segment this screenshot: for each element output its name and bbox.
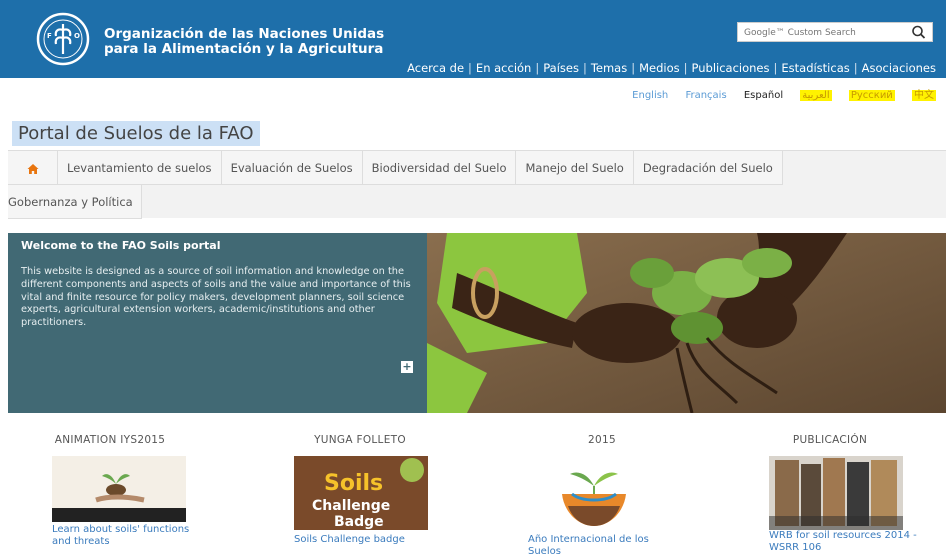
feature-heading: ANIMATION IYS2015 [54,434,166,446]
menu-item-degradacion[interactable]: Degradación del Suelo [633,151,783,185]
site-header: F O Organización de las Naciones Unidas … [0,0,946,78]
menu-item-evaluacion[interactable]: Evaluación de Suelos [221,151,363,185]
lang-english[interactable]: English [632,90,668,101]
main-menu: Levantamiento de suelos Evaluación de Su… [8,150,946,219]
home-icon [27,163,38,174]
search-icon[interactable] [910,24,928,41]
hero-description: This website is designed as a source of … [21,266,411,329]
menu-item-manejo[interactable]: Manejo del Suelo [516,151,634,185]
nav-link-medios[interactable]: Medios [639,61,680,75]
fao-logo[interactable]: F O [36,12,90,66]
badge-text-badge: Badge [334,514,384,530]
feature-caption[interactable]: Soils Challenge badge [294,534,434,546]
feature-thumbnail-video[interactable] [52,456,186,522]
nav-link-asociaciones[interactable]: Asociaciones [862,61,936,75]
hero-banner: Welcome to the FAO Soils portal This web… [8,233,946,413]
nav-separator: | [535,61,540,75]
nav-separator: | [468,61,472,75]
feature-heading: YUNGA FOLLETO [314,434,406,446]
feature-caption[interactable]: Año Internacional de los Suelos [528,534,668,556]
nav-separator: | [582,61,587,75]
menu-item-home[interactable] [8,151,58,185]
svg-text:O: O [74,32,80,40]
lang-arabic[interactable]: العربية [800,90,832,101]
feature-yunga[interactable]: YUNGA FOLLETO Soils Challenge Badge Soil… [260,434,460,556]
lang-espanol: Español [743,90,784,101]
feature-heading: PUBLICACIÓN [792,434,868,446]
feature-2015[interactable]: 2015 Año Internacional de los Suelos [502,434,702,556]
feature-thumbnail-publication[interactable] [769,456,903,530]
nav-link-publicaciones[interactable]: Publicaciones [692,61,770,75]
badge-artwork: Soils Challenge Badge [294,456,428,530]
organization-name[interactable]: Organización de las Naciones Unidas para… [104,27,384,57]
feature-caption[interactable]: WRB for soil resources 2014 - WSRR 106 [769,530,919,554]
badge-text-challenge: Challenge [312,498,390,514]
lang-chinese[interactable]: 中文 [912,90,936,101]
menu-item-biodiversidad[interactable]: Biodiversidad del Suelo [362,151,517,185]
lang-francais[interactable]: Français [685,90,726,101]
feature-animation[interactable]: ANIMATION IYS2015 Learn about soils' fun… [10,434,210,556]
search-input[interactable] [744,25,894,40]
search-box [737,22,933,42]
nav-link-paises[interactable]: Países [543,61,579,75]
nav-link-acerca[interactable]: Acerca de [407,61,464,75]
hero-image [427,233,946,413]
menu-row: Gobernanza y Política [8,185,142,219]
lang-russian[interactable]: Русский [848,90,895,101]
feature-caption[interactable]: Learn about soils' functions and threats [52,524,192,548]
badge-text-soils: Soils [324,471,383,496]
nav-separator: | [631,61,636,75]
org-name-line2: para la Alimentación y la Agricultura [104,41,384,57]
org-name-line1: Organización de las Naciones Unidas [104,26,385,42]
top-navigation: Acerca de | En acción | Países | Temas | Medios |… [407,61,936,75]
plus-icon[interactable]: + [401,361,413,373]
nav-separator: | [683,61,688,75]
menu-item-levantamiento[interactable]: Levantamiento de suelos [58,151,222,185]
nav-link-en-accion[interactable]: En acción [476,61,531,75]
page-title: Portal de Suelos de la FAO [12,121,260,146]
feature-heading: 2015 [588,434,616,446]
nav-separator: | [773,61,778,75]
menu-row: Levantamiento de suelos Evaluación de Su… [8,151,783,185]
nav-separator: | [853,61,858,75]
nav-link-estadisticas[interactable]: Estadísticas [781,61,849,75]
feature-thumbnail-badge[interactable]: Soils Challenge Badge [294,456,428,530]
hero-title: Welcome to the FAO Soils portal [21,239,221,252]
iys-logo[interactable] [558,456,630,530]
hero-text-panel: Welcome to the FAO Soils portal This web… [8,233,427,413]
nav-link-temas[interactable]: Temas [591,61,627,75]
svg-text:F: F [47,32,52,40]
language-switcher: English Français Español العربية Русский… [618,86,936,101]
feature-publicacion[interactable]: PUBLICACIÓN WRB for soil resources 2014 … [730,434,930,556]
menu-item-gobernanza[interactable]: Gobernanza y Política [8,185,142,219]
